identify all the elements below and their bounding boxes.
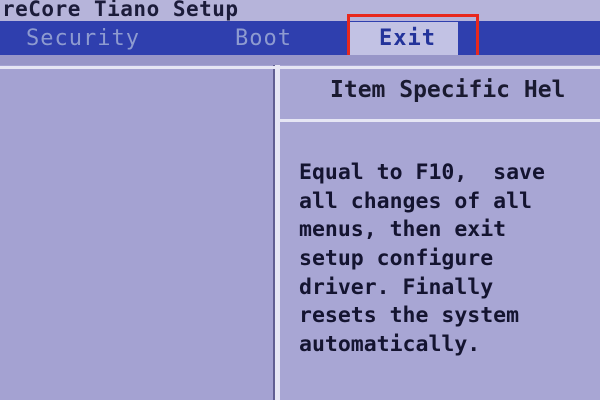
help-line: automatically.: [299, 332, 481, 358]
help-title: Item Specific Hel: [330, 77, 566, 103]
options-panel: [0, 65, 273, 400]
tab-security[interactable]: Security: [26, 22, 140, 55]
panel-divider: [273, 65, 280, 400]
help-line: menus, then exit: [299, 217, 507, 243]
help-line: resets the system: [299, 303, 520, 329]
menu-bar: Security Boot Exit: [0, 21, 600, 55]
panel-border-top: [0, 66, 600, 69]
help-line: setup configure: [299, 246, 494, 272]
help-line: driver. Finally: [299, 274, 494, 300]
tab-boot[interactable]: Boot: [235, 22, 292, 55]
help-line: Equal to F10, save: [299, 160, 545, 185]
help-divider: [280, 119, 600, 122]
help-line: all changes of all: [299, 188, 532, 214]
help-text: Equal to F10, save all changes of all me…: [299, 160, 599, 361]
title-bar: reCore Tiano Setup: [0, 0, 600, 21]
app-title: reCore Tiano Setup: [2, 0, 239, 21]
